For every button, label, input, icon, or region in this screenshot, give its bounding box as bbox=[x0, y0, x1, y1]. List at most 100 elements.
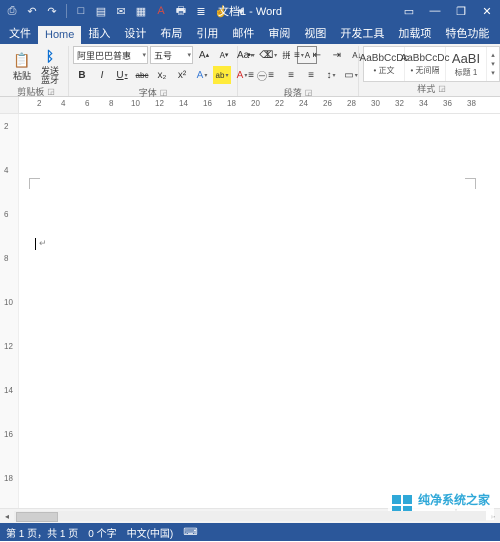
increase-indent-button[interactable]: ⇥ bbox=[328, 46, 346, 64]
group-styles-label: 样式 bbox=[417, 82, 435, 95]
status-language[interactable]: 中文(中国) bbox=[127, 525, 174, 540]
table-icon[interactable]: ▦ bbox=[133, 3, 149, 19]
tab-foxit-pdf[interactable]: 福昕PDF bbox=[496, 22, 500, 44]
justify-button[interactable]: ≡ bbox=[302, 66, 320, 84]
styles-launcher-icon[interactable]: ◲ bbox=[438, 84, 446, 93]
status-bar: 第 1 页，共 1 页 0 个字 中文(中国) ⌨ bbox=[0, 523, 500, 541]
text-cursor bbox=[35, 238, 36, 250]
font-size-select[interactable]: 五号▾ bbox=[150, 46, 193, 64]
redo-icon[interactable]: ↷ bbox=[44, 3, 60, 19]
style-heading1-preview: AaBI bbox=[452, 51, 480, 66]
shading-button[interactable]: ▭▾ bbox=[342, 66, 360, 84]
bullets-button[interactable]: •▾ bbox=[242, 46, 260, 64]
tab-developer[interactable]: 开发工具 bbox=[333, 22, 391, 44]
align-center-button[interactable]: ≡ bbox=[262, 66, 280, 84]
shrink-font-button[interactable]: A▾ bbox=[215, 46, 233, 64]
highlight-button[interactable]: ab▾ bbox=[213, 66, 231, 84]
strikethrough-button[interactable]: abc bbox=[133, 66, 151, 84]
style-no-spacing-label: • 无间隔 bbox=[410, 65, 439, 76]
bullets-qat-icon[interactable]: ≣ bbox=[193, 3, 209, 19]
font-color-qat-icon[interactable]: A bbox=[153, 3, 169, 19]
superscript-button[interactable]: x² bbox=[173, 66, 191, 84]
paragraph-mark-icon: ↵ bbox=[39, 238, 47, 249]
vertical-ruler[interactable]: 2 4 6 8 10 12 14 16 18 bbox=[0, 114, 19, 508]
document-area: 2 4 6 8 10 12 14 16 18 ↵ bbox=[0, 114, 500, 508]
ruler-ticks: 2 4 6 8 10 12 14 16 18 20 22 24 26 28 30… bbox=[19, 97, 500, 113]
style-heading1-label: 标题 1 bbox=[455, 67, 478, 78]
quick-access-toolbar: ⎙ ↶ ↷ □ ▤ ✉ ▦ A 🖶 ≣ ☝ ▾ bbox=[4, 3, 249, 19]
paste-label: 粘贴 bbox=[13, 72, 31, 81]
clipboard-launcher-icon[interactable]: ◲ bbox=[47, 87, 55, 96]
multilevel-list-button[interactable]: ⋮≡▾ bbox=[282, 46, 306, 64]
bluetooth-icon: ᛒ bbox=[40, 46, 60, 66]
tab-view[interactable]: 视图 bbox=[297, 22, 333, 44]
text-effects-button[interactable]: A▾ bbox=[193, 66, 211, 84]
subscript-button[interactable]: x₂ bbox=[153, 66, 171, 84]
italic-button[interactable]: I bbox=[93, 66, 111, 84]
close-button[interactable]: ✕ bbox=[478, 2, 496, 20]
style-heading1[interactable]: AaBI 标题 1 bbox=[446, 47, 487, 81]
bold-button[interactable]: B bbox=[73, 66, 91, 84]
style-normal[interactable]: AaBbCcDc • 正文 bbox=[364, 47, 405, 81]
font-name-select[interactable]: 阿里巴巴普惠▾ bbox=[73, 46, 148, 64]
style-no-spacing[interactable]: AaBbCcDc • 无间隔 bbox=[405, 47, 446, 81]
paste-icon: 📋 bbox=[12, 51, 32, 71]
ribbon: 📋 粘贴 ᛒ 发送蓝牙 剪贴板◲ 阿里巴巴普惠▾ 五号▾ A▴ A▾ Aa▾ ⌫… bbox=[0, 44, 500, 97]
tab-review[interactable]: 审阅 bbox=[261, 22, 297, 44]
ime-icon[interactable]: ⌨ bbox=[183, 527, 197, 538]
tab-file[interactable]: 文件 bbox=[2, 22, 38, 44]
minimize-button[interactable]: — bbox=[426, 2, 444, 20]
tab-mailings[interactable]: 邮件 bbox=[225, 22, 261, 44]
numbering-button[interactable]: 1.▾ bbox=[262, 46, 280, 64]
mail-icon[interactable]: ✉ bbox=[113, 3, 129, 19]
ribbon-options-icon[interactable]: ▭ bbox=[400, 2, 418, 20]
font-launcher-icon[interactable]: ◲ bbox=[160, 88, 168, 97]
ribbon-tabs: 文件 Home 插入 设计 布局 引用 邮件 审阅 视图 开发工具 加载项 特色… bbox=[0, 22, 500, 44]
style-normal-label: • 正文 bbox=[373, 65, 394, 76]
align-left-button[interactable]: ≡ bbox=[242, 66, 260, 84]
watermark-title: 纯净系统之家 bbox=[418, 491, 490, 508]
style-no-spacing-preview: AaBbCcDc bbox=[401, 53, 450, 64]
title-bar: ⎙ ↶ ↷ □ ▤ ✉ ▦ A 🖶 ≣ ☝ ▾ 文档1 - Word ▭ — ❐… bbox=[0, 0, 500, 22]
group-font: 阿里巴巴普惠▾ 五号▾ A▴ A▾ Aa▾ ⌫ 拼 A B I U▾ abc x… bbox=[69, 46, 238, 96]
ruler-corner bbox=[0, 97, 19, 113]
decrease-indent-button[interactable]: ⇤ bbox=[308, 46, 326, 64]
status-page[interactable]: 第 1 页，共 1 页 bbox=[6, 525, 78, 540]
grow-font-button[interactable]: A▴ bbox=[195, 46, 213, 64]
styles-gallery: AaBbCcDc • 正文 AaBbCcDc • 无间隔 AaBI 标题 1 ▴… bbox=[363, 46, 500, 82]
open-icon[interactable]: ▤ bbox=[93, 3, 109, 19]
align-right-button[interactable]: ≡ bbox=[282, 66, 300, 84]
undo-icon[interactable]: ↶ bbox=[24, 3, 40, 19]
paragraph-launcher-icon[interactable]: ◲ bbox=[305, 88, 313, 97]
group-styles: AaBbCcDc • 正文 AaBbCcDc • 无间隔 AaBI 标题 1 ▴… bbox=[359, 46, 500, 96]
document-page[interactable]: ↵ bbox=[19, 114, 500, 508]
paste-button[interactable]: 📋 粘贴 bbox=[8, 51, 36, 81]
scroll-track[interactable] bbox=[14, 511, 486, 521]
scroll-left-icon[interactable]: ◂ bbox=[0, 512, 14, 521]
restore-button[interactable]: ❐ bbox=[452, 2, 470, 20]
tab-references[interactable]: 引用 bbox=[189, 22, 225, 44]
group-paragraph: •▾ 1.▾ ⋮≡▾ ⇤ ⇥ A↓ ¶ ≡ ≡ ≡ ≡ ↕▾ ▭▾ 田▾ 段落◲ bbox=[238, 46, 359, 96]
bluetooth-send-button[interactable]: ᛒ 发送蓝牙 bbox=[36, 46, 64, 85]
horizontal-ruler[interactable]: 2 4 6 8 10 12 14 16 18 20 22 24 26 28 30… bbox=[0, 97, 500, 114]
save-icon[interactable]: ⎙ bbox=[4, 3, 20, 19]
group-clipboard: 📋 粘贴 ᛒ 发送蓝牙 剪贴板◲ bbox=[4, 46, 69, 96]
underline-button[interactable]: U▾ bbox=[113, 66, 131, 84]
tab-addins[interactable]: 加载项 bbox=[391, 22, 438, 44]
styles-more-button[interactable]: ▴▾▾ bbox=[487, 51, 499, 77]
scroll-thumb[interactable] bbox=[16, 512, 58, 522]
margin-corner-tr bbox=[465, 178, 476, 189]
print-icon[interactable]: 🖶 bbox=[173, 3, 189, 19]
line-spacing-button[interactable]: ↕▾ bbox=[322, 66, 340, 84]
bluetooth-send-label: 发送蓝牙 bbox=[41, 67, 59, 85]
tab-special[interactable]: 特色功能 bbox=[438, 22, 496, 44]
margin-corner-tl bbox=[29, 178, 40, 189]
tab-insert[interactable]: 插入 bbox=[81, 22, 117, 44]
tab-home[interactable]: Home bbox=[38, 26, 81, 44]
tab-design[interactable]: 设计 bbox=[117, 22, 153, 44]
window-title: 文档1 - Word bbox=[218, 3, 282, 19]
status-word-count[interactable]: 0 个字 bbox=[88, 525, 116, 540]
new-doc-icon[interactable]: □ bbox=[73, 3, 89, 19]
horizontal-scrollbar[interactable]: ◂ ▸ bbox=[0, 508, 500, 523]
tab-layout[interactable]: 布局 bbox=[153, 22, 189, 44]
